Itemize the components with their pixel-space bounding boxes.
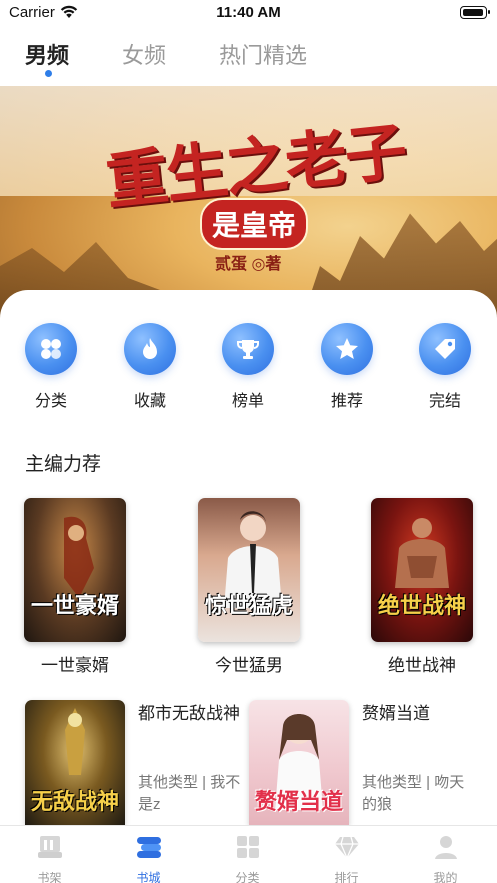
bookstore-icon [136,837,161,858]
cover-title: 绝世战神 [377,593,466,619]
tabbar-label: 书架 [37,871,62,883]
book-meta: 其他类型 | 吻天的狼 [362,774,465,813]
category-label: 推荐 [330,393,363,410]
trophy-icon [222,323,274,375]
recommended-book[interactable]: 一世豪婿 一世豪婿 [15,498,135,676]
tabbar-label: 分类 [235,871,260,883]
category-icon [25,323,77,375]
book-cover: 一世豪婿 [24,498,126,642]
tabbar-label: 排行 [334,871,359,883]
book-title: 今世猛男 [215,656,283,675]
banner-author: 贰蛋 ◎著 [215,256,282,273]
category-label: 榜单 [231,393,264,410]
book-cover: 绝世战神 [371,498,473,642]
tabbar-ranking[interactable]: 排行 [297,826,396,883]
category-label: 收藏 [133,393,166,410]
channel-tabs: 男频 女频 热门精选 [0,26,497,86]
book-title: 都市无敌战神 [138,704,240,723]
cover-title: 无敌战神 [30,789,119,815]
tag-icon [419,323,471,375]
tabbar-profile[interactable]: 我的 [396,826,495,883]
category-shortcut-completed[interactable]: 完结 [410,323,480,411]
category-shortcut-recommend[interactable]: 推荐 [312,323,382,411]
diamond-icon [334,836,359,860]
category-shortcut-ranking[interactable]: 榜单 [213,323,283,411]
tabbar-bookshelf[interactable]: 书架 [0,826,99,883]
book-cover: 赘婿当道 [249,700,349,825]
category-label: 分类 [34,393,67,410]
book-cover: 惊世猛虎 [198,498,300,642]
banner-subtitle: 是皇帝 [200,198,309,250]
category-shortcut-classify[interactable]: 分类 [16,323,86,411]
tab-hot-picks[interactable]: 热门精选 [219,38,307,70]
bookshelf-icon [37,836,62,858]
tabbar-label: 书城 [136,871,161,883]
book-cover: 无敌战神 [25,700,125,825]
battery-icon [460,6,490,19]
book-title: 绝世战神 [388,656,456,675]
tabbar-category[interactable]: 分类 [198,826,297,883]
recommended-book[interactable]: 绝世战神 绝世战神 [362,498,482,676]
cover-title: 一世豪婿 [30,593,119,619]
flame-icon [124,323,176,375]
active-tab-indicator [45,70,52,77]
section-title-editor-picks: 主编力荐 [25,454,102,475]
book-meta: 其他类型 | 我不是z [138,774,241,813]
bottom-tab-bar: 书架 书城 分类 排行 我的 [0,825,497,883]
book-title: 赘婿当道 [362,704,430,723]
tab-female[interactable]: 女频 [122,38,166,70]
tabbar-label: 我的 [433,871,458,883]
category-shortcut-favorites[interactable]: 收藏 [115,323,185,411]
list-book[interactable]: 赘婿当道 赘婿当道 其他类型 | 吻天的狼 [249,700,479,825]
cover-title: 赘婿当道 [254,789,343,815]
status-bar: Carrier 11:40 AM [0,0,497,26]
featured-banner[interactable]: 重生之老子 是皇帝 贰蛋 ◎著 [0,86,497,320]
clock: 11:40 AM [216,4,281,21]
list-book[interactable]: 无敌战神 都市无敌战神 其他类型 | 我不是z [25,700,255,825]
bookstore-content: 分类 收藏 榜单 推荐 完结 主编力荐 一世豪婿 一世豪婿 惊世猛虎 今世猛男 … [0,290,497,825]
cover-title: 惊世猛虎 [204,593,293,619]
category-label: 完结 [428,393,461,410]
star-icon [321,323,373,375]
tab-male[interactable]: 男频 [25,38,69,70]
book-title: 一世豪婿 [41,656,109,675]
grid-icon [236,836,259,858]
profile-icon [434,836,457,859]
recommended-book[interactable]: 惊世猛虎 今世猛男 [189,498,309,676]
tabbar-bookstore[interactable]: 书城 [99,826,198,883]
